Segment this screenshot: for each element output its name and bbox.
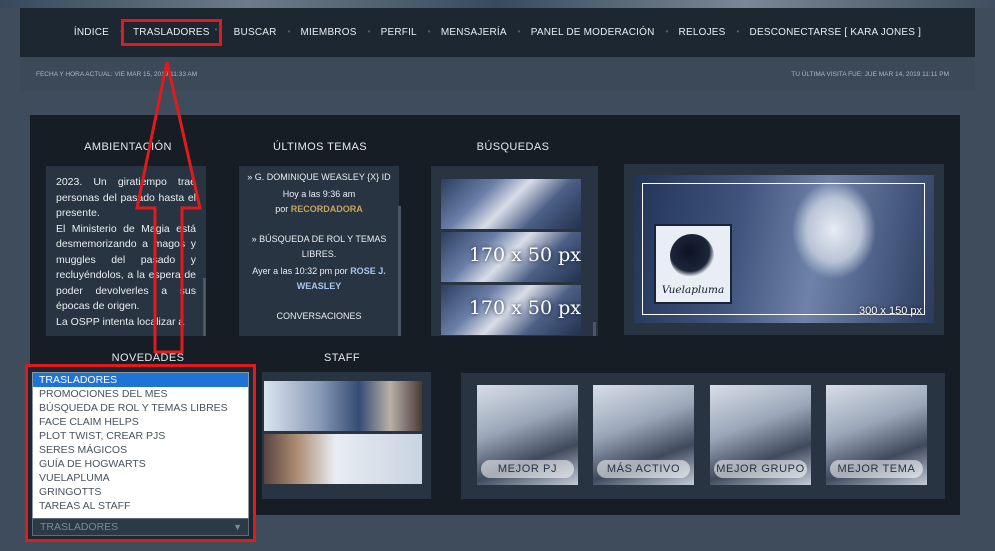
search-image-label: 170 x 50 px [468, 297, 581, 319]
header-banner [0, 0, 995, 8]
dropdown-option[interactable]: GRINGOTTS [33, 485, 248, 499]
award-card[interactable]: MEJOR TEMA [826, 385, 927, 485]
topic-user-link[interactable]: RECORDADORA [291, 204, 363, 214]
ambient-paragraph-3: La OSPP intenta localizar a [56, 315, 185, 328]
nav-clocks[interactable]: RELOJES [667, 27, 740, 38]
last-visit-text: TU ÚLTIMA VISITA FUE: JUE MAR 14, 2019 1… [791, 71, 949, 78]
nav-members[interactable]: MIEMBROS [289, 27, 371, 38]
chevron-down-icon[interactable]: ▼ [233, 519, 242, 535]
topic-title[interactable]: » BÚSQUEDA DE ROL Y TEMAS LIBRES. [245, 232, 393, 263]
dropdown-option[interactable]: FACE CLAIM HELPS [33, 415, 248, 429]
ambient-scrollbar[interactable] [203, 278, 206, 336]
topic-by: por [275, 204, 289, 214]
news-select[interactable]: TRASLADORES ▼ [32, 518, 249, 536]
info-bar: FECHA Y HORA ACTUAL: VIE MAR 15, 2019 11… [20, 57, 975, 91]
searches-scrollbar[interactable] [593, 322, 596, 336]
current-time-text: FECHA Y HORA ACTUAL: VIE MAR 15, 2019 11… [36, 71, 198, 78]
dropdown-option[interactable]: VUELAPLUMA [33, 471, 248, 485]
nav-messages[interactable]: MENSAJERÍA [429, 27, 521, 38]
search-image[interactable] [441, 179, 581, 229]
dropdown-option[interactable]: GUÍA DE HOGWARTS [33, 457, 248, 471]
award-label: MEJOR GRUPO [714, 460, 807, 478]
dropdown-option[interactable]: PLOT TWIST, CREAR PJS [33, 429, 248, 443]
search-image-label: 170 x 50 px [468, 244, 581, 266]
news-dropdown-list[interactable]: TRASLADORES PROMOCIONES DEL MES BÚSQUEDA… [32, 372, 249, 519]
search-image[interactable]: 170 x 50 px [441, 285, 581, 335]
nav-search[interactable]: BUSCAR [222, 27, 291, 38]
searches-box: 170 x 50 px 170 x 50 px [431, 166, 598, 336]
award-label: MEJOR TEMA [830, 460, 923, 478]
nav-moderation-panel[interactable]: PANEL DE MODERACIÓN [519, 27, 669, 38]
awards-box: MEJOR PJ MÁS ACTIVO MEJOR GRUPO MEJOR TE… [461, 373, 945, 499]
nav-profile[interactable]: PERFIL [369, 27, 431, 38]
nav-logout[interactable]: DESCONECTARSE [ KARA JONES ] [738, 27, 934, 38]
award-card[interactable]: MEJOR PJ [477, 385, 578, 485]
topics-scrollbar[interactable] [398, 206, 401, 336]
news-dropdown-highlight: TRASLADORES PROMOCIONES DEL MES BÚSQUEDA… [25, 364, 256, 542]
dropdown-option[interactable]: SERES MÁGICOS [33, 443, 248, 457]
ambient-text-box[interactable]: 2023. Un giratiempo trae personas del pa… [46, 166, 206, 336]
topic-date: Hoy a las 9:36 am [282, 188, 356, 199]
dropdown-option[interactable]: BÚSQUEDA DE ROL Y TEMAS LIBRES [33, 401, 248, 415]
logo-text: Vuelapluma [661, 284, 725, 296]
topic-title[interactable]: CONVERSACIONES [245, 309, 393, 325]
topic-title[interactable]: » G. DOMINIQUE WEASLEY {X} ID [245, 170, 393, 186]
hero-image[interactable]: Vuelapluma 300 x 150 px [634, 175, 934, 323]
latest-topics-box[interactable]: » G. DOMINIQUE WEASLEY {X} ID Hoy a las … [239, 166, 399, 336]
award-card[interactable]: MEJOR GRUPO [710, 385, 811, 485]
dropdown-option[interactable]: TAREAS AL STAFF [33, 499, 248, 513]
ambient-paragraph-2: El Ministerio de Magia está desmemorizan… [56, 222, 196, 313]
searches-title: BÚSQUEDAS [476, 141, 550, 153]
search-image[interactable]: 170 x 50 px [441, 232, 581, 282]
select-value: TRASLADORES [40, 521, 119, 533]
vuelapluma-logo[interactable]: Vuelapluma [654, 224, 732, 304]
dropdown-option[interactable]: PROMOCIONES DEL MES [33, 387, 248, 401]
staff-image[interactable] [264, 434, 422, 484]
news-title: NOVEDADES [111, 352, 185, 364]
main-navigation: ÍNDICE TRASLADORES BUSCAR MIEMBROS PERFI… [20, 8, 975, 57]
dropdown-option[interactable]: TRASLADORES [33, 373, 248, 387]
topics-title: ÚLTIMOS TEMAS [272, 141, 368, 153]
award-card[interactable]: MÁS ACTIVO [593, 385, 694, 485]
topic-date: Ayer a las 10:32 pm por [252, 265, 348, 276]
staff-image[interactable] [264, 381, 422, 431]
staff-box [262, 372, 431, 499]
ambient-paragraph-1: 2023. Un giratiempo trae personas del pa… [56, 176, 196, 219]
feather-icon [670, 234, 714, 278]
hero-banner-box: Vuelapluma 300 x 150 px [624, 164, 944, 335]
ambient-title: AMBIENTACIÓN [84, 141, 172, 153]
nav-trasladores[interactable]: TRASLADORES [121, 19, 222, 46]
hero-size-label: 300 x 150 px [859, 305, 922, 317]
award-label: MÁS ACTIVO [597, 460, 690, 478]
staff-title: STAFF [323, 352, 360, 364]
award-label: MEJOR PJ [481, 460, 574, 478]
nav-index[interactable]: ÍNDICE [62, 27, 123, 38]
